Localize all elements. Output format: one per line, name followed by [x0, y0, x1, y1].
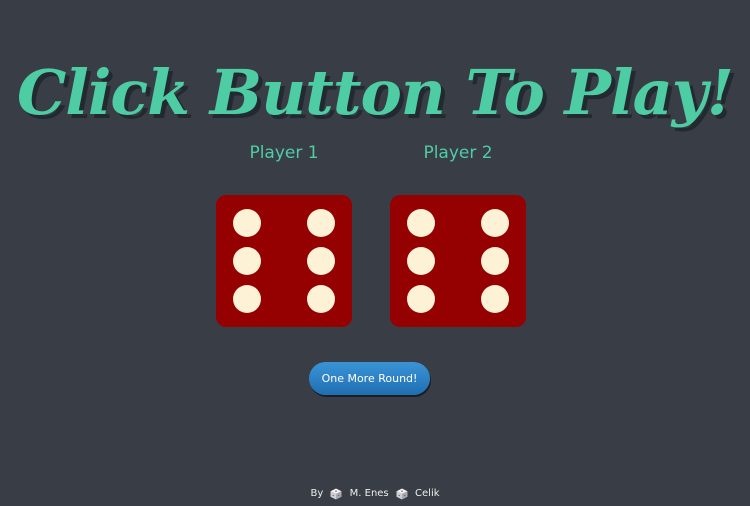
- footer-prefix: By: [310, 488, 324, 499]
- dice-cube-icon: [330, 488, 342, 500]
- die-pip: [233, 247, 261, 275]
- die-pip: [307, 209, 335, 237]
- player-1-label: Player 1: [249, 143, 319, 163]
- player-1-die: [216, 195, 352, 327]
- player-2-label: Player 2: [423, 143, 493, 163]
- die-pip: [481, 247, 509, 275]
- die-pip: [407, 209, 435, 237]
- die-pip: [233, 209, 261, 237]
- player-2-panel: Player 2: [390, 143, 526, 327]
- dice-cube-icon: [396, 488, 408, 500]
- footer-first-name: M. Enes: [349, 488, 389, 499]
- player-1-panel: Player 1: [216, 143, 352, 327]
- die-pip: [407, 285, 435, 313]
- die-pip: [481, 285, 509, 313]
- footer-last-name: Celik: [415, 488, 440, 499]
- die-pip: [481, 209, 509, 237]
- die-pip: [407, 247, 435, 275]
- die-pip: [307, 285, 335, 313]
- player-2-die: [390, 195, 526, 327]
- die-pip: [233, 285, 261, 313]
- one-more-round-button[interactable]: One More Round!: [309, 362, 430, 395]
- page-title: Click Button To Play!: [16, 55, 734, 129]
- footer-credit: By M. Enes Celik: [0, 486, 750, 503]
- die-pip: [307, 247, 335, 275]
